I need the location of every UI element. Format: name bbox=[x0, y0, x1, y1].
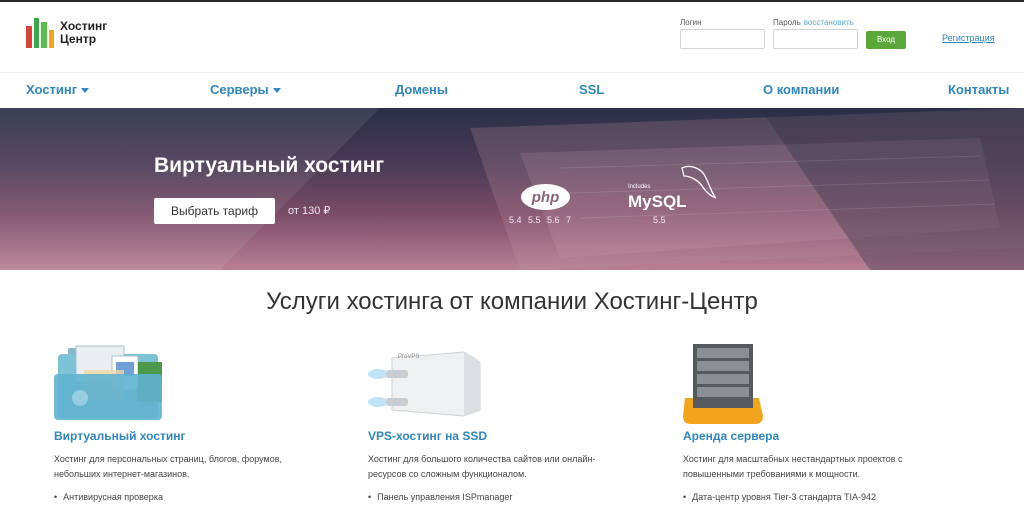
nav-item-contacts[interactable]: Контакты bbox=[948, 82, 1009, 97]
php-versions: 5.4 5.5 5.6 7 bbox=[509, 215, 572, 225]
password-label: Пароль bbox=[773, 18, 801, 27]
banner-price: от 130 ₽ bbox=[288, 205, 331, 217]
service-title[interactable]: VPS-хостинг на SSD bbox=[368, 429, 487, 443]
server-rack-icon bbox=[683, 344, 763, 424]
service-description: Хостинг для большого количества сайтов и… bbox=[368, 454, 596, 479]
nav-item-ssl[interactable]: SSL bbox=[579, 82, 604, 97]
nav-item-label: Серверы bbox=[210, 82, 269, 97]
service-description: Хостинг для масштабных нестандартных про… bbox=[683, 454, 903, 479]
services-heading: Услуги хостинга от компании Хостинг-Цент… bbox=[266, 288, 758, 315]
login-button[interactable]: Вход bbox=[866, 31, 906, 49]
mysql-includes-text: Includes bbox=[628, 184, 650, 190]
logo-line-2: Центр bbox=[60, 32, 97, 46]
mysql-version: 5.5 bbox=[653, 215, 666, 225]
service-title[interactable]: Виртуальный хостинг bbox=[54, 429, 186, 443]
login-label: Логин bbox=[680, 18, 702, 27]
service-description: Хостинг для персональных страниц, блогов… bbox=[54, 454, 282, 479]
chevron-down-icon bbox=[81, 88, 90, 94]
password-label-group: Пароль восстановить bbox=[773, 18, 854, 27]
service-title[interactable]: Аренда сервера bbox=[683, 429, 779, 443]
logo-text: Хостинг Центр bbox=[60, 20, 107, 46]
password-input[interactable] bbox=[773, 29, 858, 49]
nav-item-about[interactable]: О компании bbox=[763, 82, 839, 97]
service-bullet: Дата-центр уровня Tier-3 стандарта TIA-9… bbox=[683, 492, 876, 502]
vps-box-icon: ProVPS bbox=[368, 351, 481, 417]
register-link[interactable]: Регистрация bbox=[942, 33, 995, 43]
nav-item-label: Хостинг bbox=[26, 82, 78, 97]
mysql-logo-text: MySQL bbox=[628, 192, 687, 210]
site-header: Хостинг Центр Логин Пароль восстановить В… bbox=[0, 2, 1024, 72]
nav-item-servers[interactable]: Серверы bbox=[210, 82, 281, 97]
service-bullet: Панель управления ISPmanager bbox=[368, 492, 512, 502]
service-bullet: Антивирусная проверка bbox=[54, 492, 163, 502]
chevron-down-icon bbox=[272, 88, 281, 94]
login-input[interactable] bbox=[680, 29, 765, 49]
vps-box-label: ProVPS bbox=[398, 354, 419, 360]
folder-icon bbox=[54, 345, 162, 420]
banner-background-illustration bbox=[0, 108, 1024, 270]
site-logo[interactable]: Хостинг Центр bbox=[26, 18, 107, 48]
hero-banner: Виртуальный хостинг Выбрать тариф от 130… bbox=[0, 108, 1024, 270]
choose-tariff-button[interactable]: Выбрать тариф bbox=[154, 198, 275, 224]
nav-item-domains[interactable]: Домены bbox=[395, 82, 448, 97]
php-logo-icon: php bbox=[521, 184, 570, 210]
mysql-logo-icon: Includes MySQL bbox=[628, 165, 716, 210]
banner-title: Виртуальный хостинг bbox=[154, 154, 385, 177]
restore-password-link[interactable]: восстановить bbox=[804, 18, 854, 27]
php-logo-text: php bbox=[531, 189, 560, 206]
nav-item-hosting[interactable]: Хостинг bbox=[26, 82, 90, 97]
logo-building-icon bbox=[26, 18, 54, 48]
main-nav: Хостинг Серверы Домены SSL О компании Ко… bbox=[0, 72, 1024, 108]
